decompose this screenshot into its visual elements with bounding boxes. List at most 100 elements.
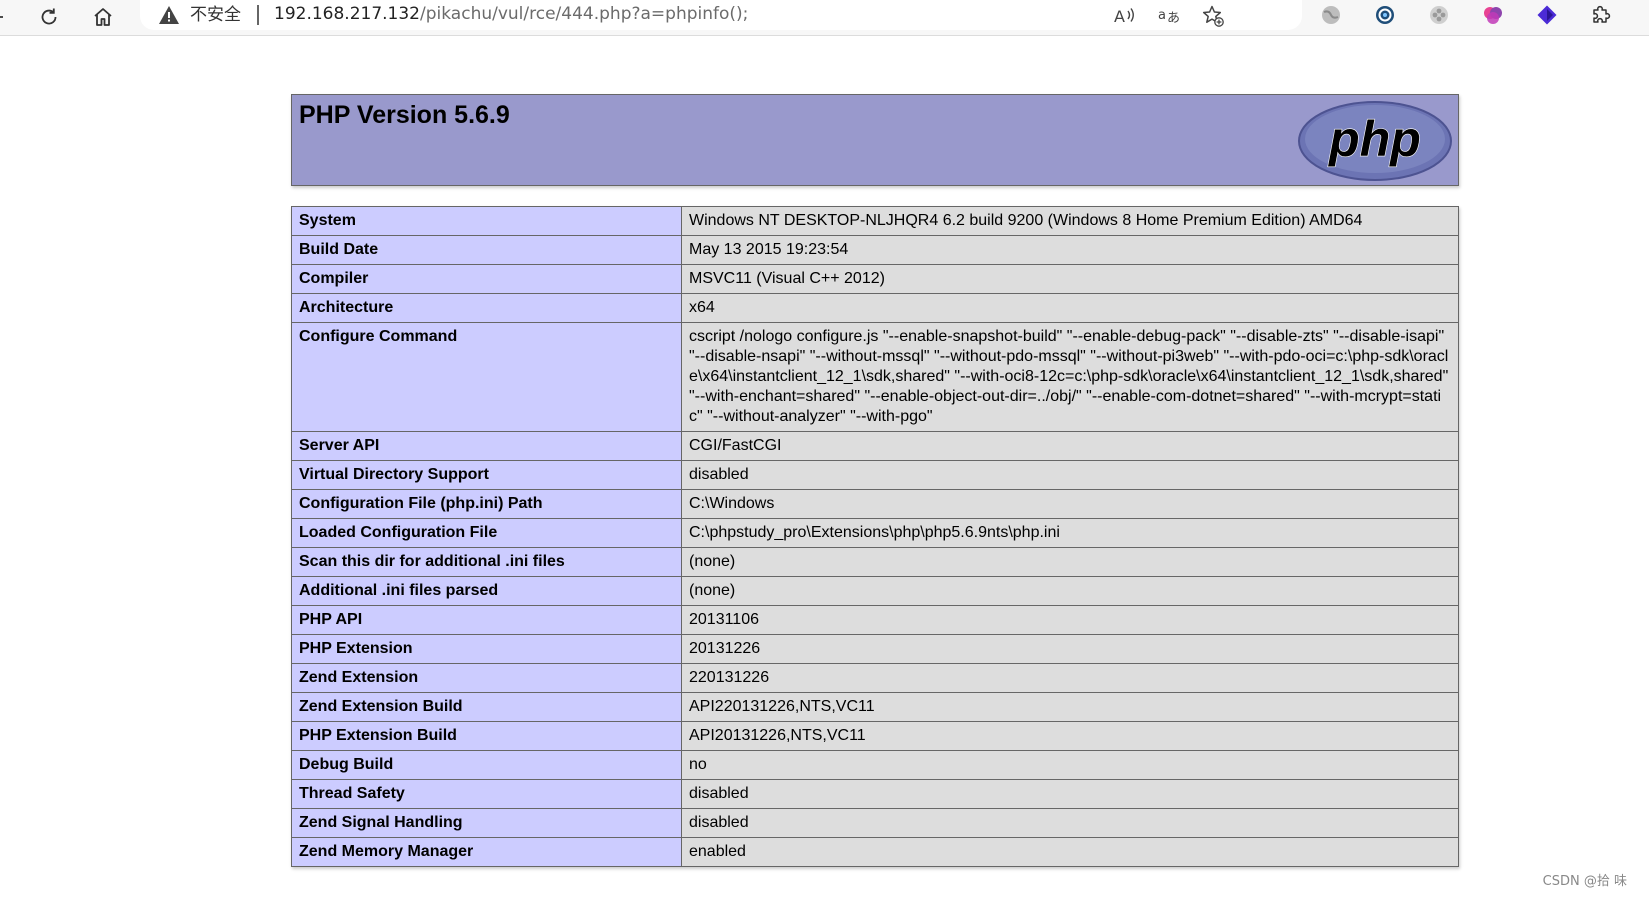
table-row: Zend Extension 220131226: [291, 663, 1459, 693]
row-value: disabled: [681, 779, 1459, 809]
row-value: x64: [681, 293, 1459, 323]
svg-text:A: A: [1114, 7, 1125, 26]
csdn-watermark: CSDN @拾 味: [1542, 874, 1627, 889]
row-key: Scan this dir for additional .ini files: [291, 547, 682, 577]
url-path: /pikachu/vul/rce/444.php?a=phpinfo();: [420, 4, 749, 24]
home-button[interactable]: [88, 2, 118, 32]
extension-brain-button[interactable]: [1480, 2, 1506, 28]
row-value: 220131226: [681, 663, 1459, 693]
table-row: Debug Build no: [291, 750, 1459, 780]
table-row: Virtual Directory Support disabled: [291, 460, 1459, 490]
row-value: disabled: [681, 808, 1459, 838]
add-favorite-button[interactable]: [1200, 3, 1226, 29]
puzzle-icon: [1593, 5, 1611, 23]
row-key: PHP API: [291, 605, 682, 635]
flower-extension-icon: [1430, 6, 1448, 24]
translate-icon: aあ: [1158, 8, 1180, 26]
url-host: 192.168.217.132: [274, 4, 421, 24]
row-key: Zend Extension: [291, 663, 682, 693]
security-label[interactable]: 不安全: [190, 4, 241, 26]
extension-diamond-button[interactable]: [1534, 2, 1560, 28]
warning-icon[interactable]: [158, 4, 180, 26]
row-key: Compiler: [291, 264, 682, 294]
table-row: Configure Command cscript /nologo configu…: [291, 322, 1459, 432]
table-row: PHP Extension Build API20131226,NTS,VC11: [291, 721, 1459, 751]
row-key: Debug Build: [291, 750, 682, 780]
browser-toolbar: 不安全 192.168.217.132/pikachu/vul/rce/444.…: [0, 0, 1649, 36]
extension-globe-button[interactable]: [1318, 2, 1344, 28]
row-key: PHP Extension Build: [291, 721, 682, 751]
row-value: C:\phpstudy_pro\Extensions\php\php5.6.9n…: [681, 518, 1459, 548]
favorite-star-icon: [1202, 5, 1224, 27]
url-text[interactable]: 192.168.217.132/pikachu/vul/rce/444.php?…: [274, 3, 748, 25]
table-row: System Windows NT DESKTOP-NLJHQR4 6.2 bui…: [291, 206, 1459, 236]
address-bar[interactable]: 不安全 192.168.217.132/pikachu/vul/rce/444.…: [140, 0, 1302, 30]
table-row: Scan this dir for additional .ini files(…: [291, 547, 1459, 577]
row-key: Configuration File (php.ini) Path: [291, 489, 682, 519]
php-logo: php: [1298, 101, 1452, 181]
row-key: Thread Safety: [291, 779, 682, 809]
row-key: Zend Extension Build: [291, 692, 682, 722]
svg-text:a: a: [1158, 8, 1166, 23]
refresh-button[interactable]: [34, 2, 64, 32]
refresh-icon: [41, 8, 57, 25]
row-key: Additional .ini files parsed: [291, 576, 682, 606]
row-value: no: [681, 750, 1459, 780]
row-key: Server API: [291, 431, 682, 461]
globe-extension-icon: [1322, 6, 1340, 24]
table-row: Compiler MSVC11 (Visual C++ 2012): [291, 264, 1459, 294]
php-logo-text: php: [1327, 111, 1421, 167]
row-key: Zend Signal Handling: [291, 808, 682, 838]
row-value: 20131226: [681, 634, 1459, 664]
table-row: Zend Memory Manager enabled: [291, 837, 1459, 867]
table-row: PHP Extension 20131226: [291, 634, 1459, 664]
ring-extension-icon: [1376, 6, 1394, 24]
read-aloud-button[interactable]: A: [1112, 3, 1138, 29]
diamond-extension-icon: [1537, 5, 1557, 25]
php-version-title: PHP Version 5.6.9: [299, 101, 510, 129]
extension-flower-button[interactable]: [1426, 2, 1452, 28]
table-row: Architecture x64: [291, 293, 1459, 323]
phpinfo-table: System Windows NT DESKTOP-NLJHQR4 6.2 bui…: [291, 206, 1459, 867]
home-icon: [94, 8, 112, 26]
row-value: MSVC11 (Visual C++ 2012): [681, 264, 1459, 294]
row-key: System: [291, 206, 682, 236]
table-row: Server API CGI/FastCGI: [291, 431, 1459, 461]
table-row: Additional .ini files parsed (none): [291, 576, 1459, 606]
table-row: Configuration File (php.ini) Path C:\Wind…: [291, 489, 1459, 519]
row-key: Build Date: [291, 235, 682, 265]
row-key: Architecture: [291, 293, 682, 323]
row-value: CGI/FastCGI: [681, 431, 1459, 461]
row-value: cscript /nologo configure.js "--enable-s…: [681, 322, 1459, 432]
table-row: Thread Safety disabled: [291, 779, 1459, 809]
row-key: Configure Command: [291, 322, 682, 432]
row-value: (none): [681, 547, 1459, 577]
row-value: 20131106: [681, 605, 1459, 635]
back-button[interactable]: [0, 2, 14, 32]
row-value: API20131226,NTS,VC11: [681, 721, 1459, 751]
extensions-button[interactable]: [1588, 2, 1614, 28]
row-key: PHP Extension: [291, 634, 682, 664]
row-key: Zend Memory Manager: [291, 837, 682, 867]
back-arrow-icon: [0, 16, 3, 18]
phpinfo-content: PHP Version 5.6.9 php System Windows NT D…: [291, 94, 1459, 867]
row-value: API220131226,NTS,VC11: [681, 692, 1459, 722]
php-version-header: PHP Version 5.6.9 php: [291, 94, 1459, 186]
row-value: (none): [681, 576, 1459, 606]
svg-text:あ: あ: [1167, 11, 1180, 26]
table-row: PHP API 20131106: [291, 605, 1459, 635]
row-value: enabled: [681, 837, 1459, 867]
row-value: C:\Windows: [681, 489, 1459, 519]
row-key: Loaded Configuration File: [291, 518, 682, 548]
read-aloud-icon: A: [1114, 7, 1134, 26]
extension-ring-button[interactable]: [1372, 2, 1398, 28]
row-value: disabled: [681, 460, 1459, 490]
table-row: Zend Signal Handling disabled: [291, 808, 1459, 838]
row-key: Virtual Directory Support: [291, 460, 682, 490]
row-value: May 13 2015 19:23:54: [681, 235, 1459, 265]
table-row: Loaded Configuration File C:\phpstudy_pro…: [291, 518, 1459, 548]
table-row: Build Date May 13 2015 19:23:54: [291, 235, 1459, 265]
brain-extension-icon: [1484, 7, 1502, 24]
address-separator: [257, 5, 259, 25]
translate-button[interactable]: aあ: [1156, 3, 1182, 29]
